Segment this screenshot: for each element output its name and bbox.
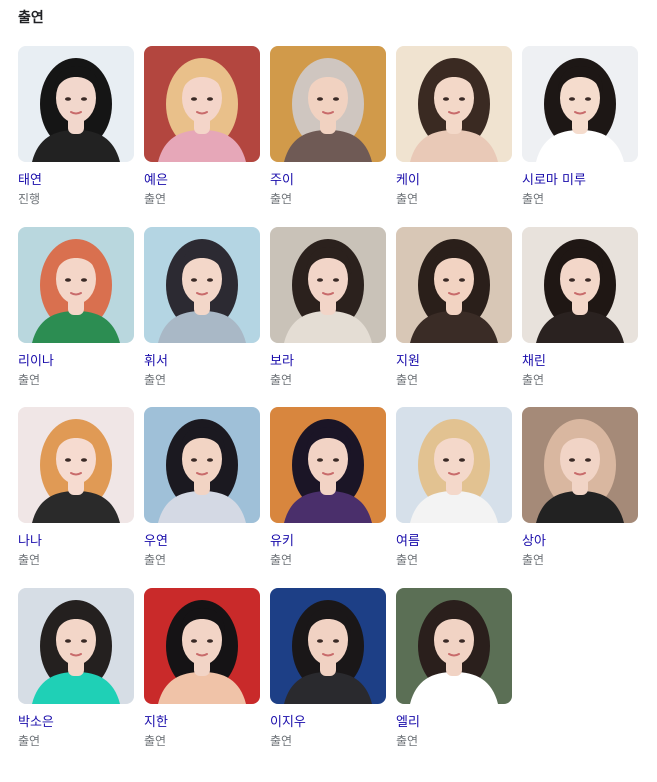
- cast-name[interactable]: 시로마 미루: [522, 171, 638, 190]
- cast-role: 출연: [144, 192, 167, 206]
- cast-panel: 출연 태연 진행 예은 출연 주이 출연 케이 출연 시로마 미루 출연 리이나…: [0, 0, 657, 782]
- cast-role: 출연: [522, 192, 545, 206]
- cast-role: 출연: [18, 553, 41, 567]
- cast-card[interactable]: 리이나 출연: [18, 226, 134, 408]
- portrait-image[interactable]: [522, 46, 638, 162]
- portrait-image[interactable]: [18, 226, 134, 343]
- cast-name[interactable]: 리이나: [18, 352, 134, 371]
- cast-card[interactable]: 여름 출연: [396, 407, 512, 588]
- cast-role: 진행: [18, 192, 41, 206]
- cast-card[interactable]: 보라 출연: [270, 226, 386, 408]
- portrait-drawing: [270, 407, 386, 523]
- cast-name[interactable]: 지한: [144, 713, 260, 732]
- cast-name[interactable]: 박소은: [18, 713, 134, 732]
- cast-role: 출연: [270, 372, 293, 387]
- portrait-image[interactable]: [396, 407, 512, 523]
- portrait-image[interactable]: [396, 46, 512, 162]
- portrait-drawing: [396, 407, 512, 523]
- portrait-image[interactable]: [396, 587, 512, 704]
- portrait-image[interactable]: [144, 46, 260, 162]
- section-title: 출연: [18, 10, 44, 26]
- portrait-image[interactable]: [270, 46, 386, 162]
- cast-card[interactable]: 나나 출연: [18, 407, 134, 588]
- cast-name[interactable]: 예은: [144, 171, 260, 190]
- portrait-drawing: [144, 407, 260, 523]
- portrait-image[interactable]: [270, 226, 386, 343]
- portrait-drawing: [18, 587, 134, 704]
- portrait-image[interactable]: [18, 407, 134, 523]
- cast-name[interactable]: 케이: [396, 171, 512, 190]
- cast-card[interactable]: 휘서 출연: [144, 226, 260, 408]
- cast-card[interactable]: 주이 출연: [270, 46, 386, 227]
- cast-card[interactable]: 지한 출연: [144, 587, 260, 769]
- portrait-drawing: [270, 226, 386, 343]
- portrait-image[interactable]: [18, 587, 134, 704]
- cast-name[interactable]: 지원: [396, 352, 512, 371]
- cast-card[interactable]: 지원 출연: [396, 226, 512, 408]
- portrait-image[interactable]: [270, 587, 386, 704]
- portrait-drawing: [522, 46, 638, 162]
- cast-role: 출연: [270, 192, 293, 206]
- cast-role: 출연: [396, 192, 419, 206]
- portrait-drawing: [18, 46, 134, 162]
- cast-name[interactable]: 태연: [18, 171, 134, 190]
- cast-card[interactable]: 유키 출연: [270, 407, 386, 588]
- cast-card[interactable]: 상아 출연: [522, 407, 638, 588]
- portrait-image[interactable]: [270, 407, 386, 523]
- cast-card[interactable]: 우연 출연: [144, 407, 260, 588]
- cast-card[interactable]: 이지우 출연: [270, 587, 386, 769]
- portrait-drawing: [396, 587, 512, 704]
- cast-name[interactable]: 이지우: [270, 713, 386, 732]
- cast-role: 출연: [18, 372, 41, 387]
- cast-role: 출연: [396, 733, 419, 748]
- cast-name[interactable]: 상아: [522, 532, 638, 551]
- portrait-image[interactable]: [396, 226, 512, 343]
- portrait-drawing: [396, 46, 512, 162]
- portrait-image[interactable]: [144, 226, 260, 343]
- cast-role: 출연: [144, 372, 167, 387]
- cast-grid: 태연 진행 예은 출연 주이 출연 케이 출연 시로마 미루 출연 리이나 출연…: [18, 46, 638, 768]
- portrait-drawing: [18, 407, 134, 523]
- portrait-drawing: [396, 226, 512, 343]
- cast-role: 출연: [396, 553, 419, 567]
- cast-card[interactable]: 예은 출연: [144, 46, 260, 227]
- portrait-drawing: [144, 46, 260, 162]
- cast-name[interactable]: 주이: [270, 171, 386, 190]
- cast-card[interactable]: 케이 출연: [396, 46, 512, 227]
- cast-role: 출연: [270, 733, 293, 748]
- portrait-drawing: [144, 587, 260, 704]
- cast-name[interactable]: 엘리: [396, 713, 512, 732]
- cast-name[interactable]: 나나: [18, 532, 134, 551]
- portrait-drawing: [18, 226, 134, 343]
- cast-role: 출연: [522, 372, 545, 387]
- portrait-drawing: [270, 587, 386, 704]
- cast-card[interactable]: 박소은 출연: [18, 587, 134, 769]
- portrait-drawing: [522, 407, 638, 523]
- cast-name[interactable]: 우연: [144, 532, 260, 551]
- portrait-image[interactable]: [522, 407, 638, 523]
- cast-role: 출연: [396, 372, 419, 387]
- cast-name[interactable]: 여름: [396, 532, 512, 551]
- cast-card[interactable]: 시로마 미루 출연: [522, 46, 638, 227]
- portrait-image[interactable]: [522, 226, 638, 343]
- cast-name[interactable]: 유키: [270, 532, 386, 551]
- portrait-image[interactable]: [18, 46, 134, 162]
- cast-name[interactable]: 채린: [522, 352, 638, 371]
- cast-role: 출연: [144, 733, 167, 748]
- portrait-drawing: [144, 226, 260, 343]
- portrait-drawing: [270, 46, 386, 162]
- portrait-drawing: [522, 226, 638, 343]
- cast-role: 출연: [144, 553, 167, 567]
- cast-card[interactable]: 엘리 출연: [396, 587, 512, 769]
- cast-role: 출연: [18, 733, 41, 748]
- cast-role: 출연: [522, 553, 545, 567]
- portrait-image[interactable]: [144, 587, 260, 704]
- cast-name[interactable]: 휘서: [144, 352, 260, 371]
- cast-role: 출연: [270, 553, 293, 567]
- cast-card[interactable]: 채린 출연: [522, 226, 638, 408]
- cast-card[interactable]: 태연 진행: [18, 46, 134, 227]
- portrait-image[interactable]: [144, 407, 260, 523]
- cast-name[interactable]: 보라: [270, 352, 386, 371]
